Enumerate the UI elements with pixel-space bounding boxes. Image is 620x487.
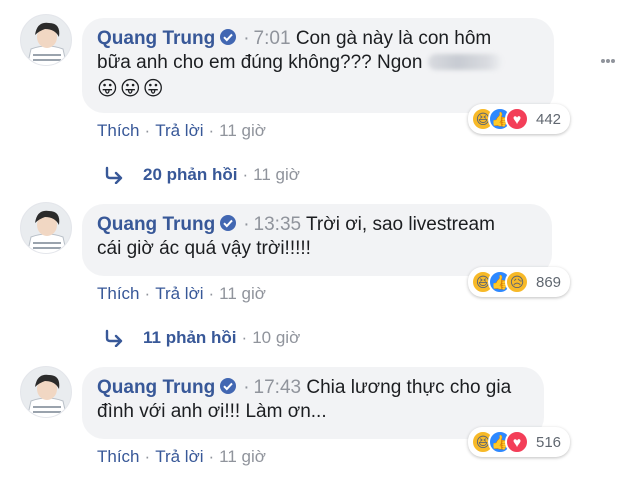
verified-badge-icon (220, 215, 237, 231)
comment-age[interactable]: 11 giờ (219, 121, 266, 140)
separator: · (242, 165, 249, 184)
like-button[interactable]: Thích (97, 447, 140, 466)
like-button[interactable]: Thích (97, 121, 140, 140)
verified-badge-icon (220, 378, 237, 394)
reply-count[interactable]: 11 phản hồi (143, 328, 237, 348)
comment-text-line1: Chia lương thực cho gia (306, 377, 512, 398)
comment-text-line2: cái giờ ác quá vậy trời!!!!! (97, 238, 311, 259)
avatar[interactable] (20, 366, 72, 418)
reaction-summary[interactable]: 😆 👍 ♥ 442 (468, 104, 571, 134)
separator: · (243, 377, 250, 398)
blurred-text (428, 54, 503, 70)
separator: · (144, 447, 151, 466)
comment-age[interactable]: 11 giờ (219, 284, 266, 303)
separator: · (208, 284, 215, 303)
comment-bubble: Quang Trung · 7:01 Con gà này là con hôm b… (82, 18, 554, 113)
love-icon: ♥ (505, 107, 529, 131)
comment-actions: Thích · Trả lời · 11 giờ (97, 447, 266, 467)
tongue-emoji-icon: 😛 (97, 78, 118, 100)
reply-age: 11 giờ (253, 165, 300, 184)
comment-timestamp: 17:43 (253, 377, 302, 398)
sad-icon: 😥 (505, 270, 529, 294)
author-name[interactable]: Quang Trung (97, 28, 215, 49)
comment-text-line1: Trời ơi, sao livestream (306, 214, 495, 235)
view-replies-link[interactable]: 11 phản hồi · 10 giờ (104, 328, 300, 348)
reply-age: 10 giờ (252, 328, 301, 347)
comment-actions: Thích · Trả lời · 11 giờ (97, 284, 266, 304)
love-icon: ♥ (505, 430, 529, 454)
reply-button[interactable]: Trả lời (155, 121, 203, 140)
comment-timestamp: 7:01 (253, 28, 291, 49)
reply-arrow-icon (105, 166, 123, 184)
comment-actions: Thích · Trả lời · 11 giờ (97, 121, 266, 141)
separator: · (243, 28, 250, 49)
reply-button[interactable]: Trả lời (155, 447, 203, 466)
comment-text-line1: Con gà này là con hôm (295, 28, 492, 49)
separator: · (243, 214, 250, 235)
reply-button[interactable]: Trả lời (155, 284, 203, 303)
reaction-summary[interactable]: 😆 👍 ♥ 516 (468, 427, 571, 457)
reaction-count: 516 (536, 433, 562, 451)
separator: · (208, 121, 215, 140)
comment-text-line2: đình với anh ơi!!! Làm ơn... (97, 401, 327, 422)
avatar[interactable] (20, 14, 72, 66)
tongue-emoji-icon: 😛 (142, 78, 164, 100)
reaction-count: 869 (536, 273, 562, 291)
reply-arrow-icon (105, 329, 123, 347)
reaction-summary[interactable]: 😆 👍 😥 869 (468, 267, 571, 297)
more-options-icon[interactable] (600, 58, 616, 64)
tongue-emoji-icon: 😛 (119, 78, 141, 100)
comment-bubble: Quang Trung · 13:35 Trời ơi, sao livestrea… (82, 204, 552, 276)
separator: · (241, 328, 248, 347)
like-button[interactable]: Thích (97, 284, 140, 303)
avatar[interactable] (20, 202, 72, 254)
separator: · (208, 447, 215, 466)
author-name[interactable]: Quang Trung (97, 214, 215, 235)
verified-badge-icon (220, 29, 237, 45)
reply-count[interactable]: 20 phản hồi (143, 165, 237, 185)
comment-timestamp: 13:35 (253, 214, 302, 235)
reaction-count: 442 (536, 110, 562, 128)
view-replies-link[interactable]: 20 phản hồi · 11 giờ (104, 165, 300, 185)
separator: · (144, 121, 151, 140)
separator: · (144, 284, 151, 303)
author-name[interactable]: Quang Trung (97, 377, 215, 398)
comment-age[interactable]: 11 giờ (219, 447, 266, 466)
comment-text-line2: bữa anh cho em đúng không??? Ngon (97, 52, 423, 73)
emoji-row: 😛 😛 😛 (97, 77, 540, 102)
